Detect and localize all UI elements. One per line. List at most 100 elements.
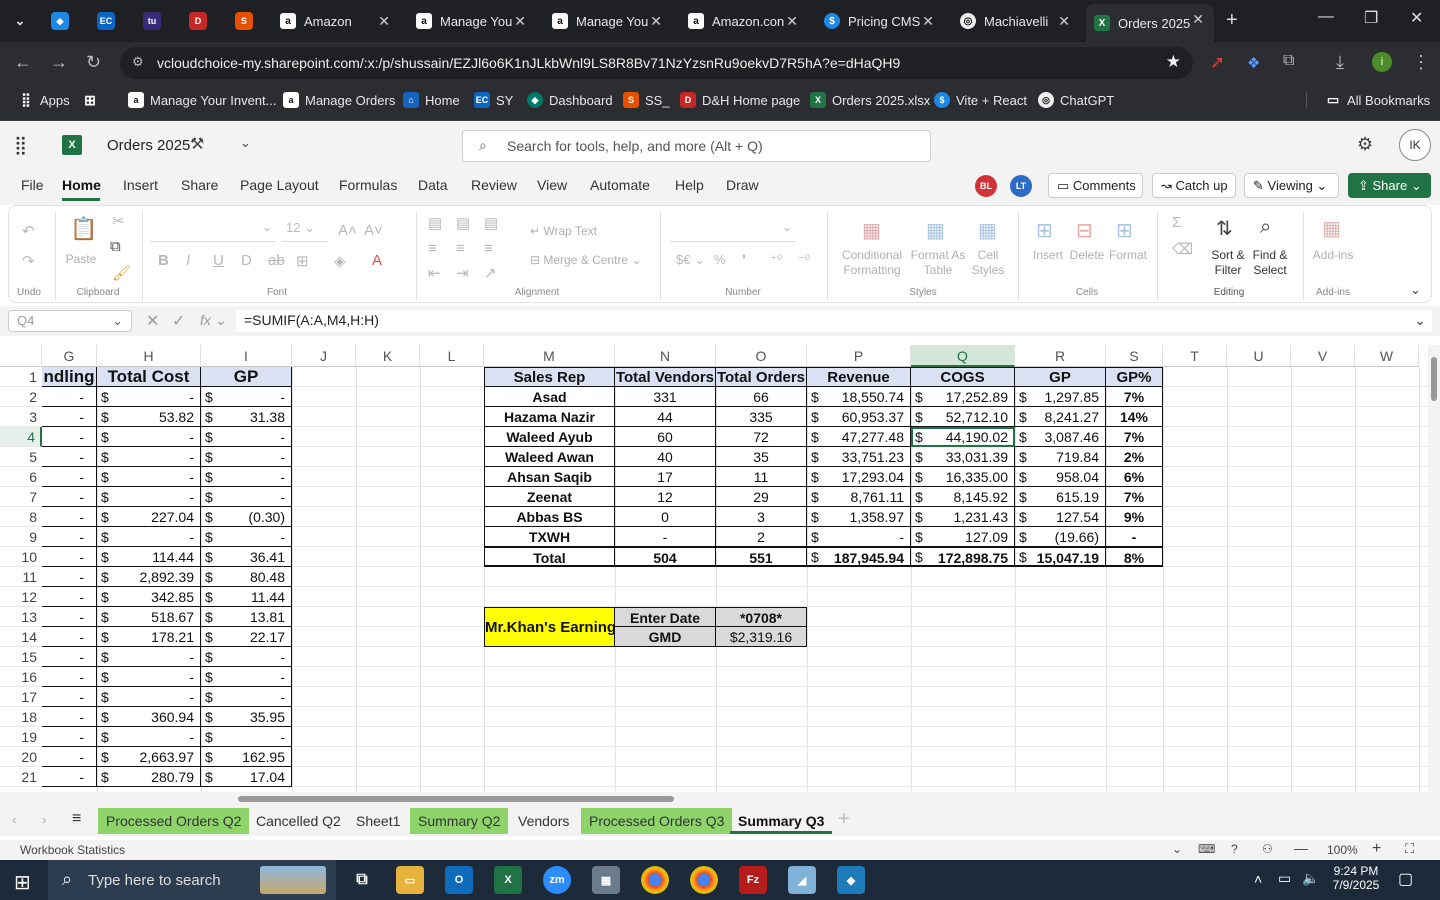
table-cell[interactable]: 31.38 [201, 407, 292, 427]
summary-cell[interactable]: 9% [1106, 507, 1163, 527]
forward-icon[interactable]: → [50, 52, 68, 73]
table-cell[interactable]: - [97, 467, 201, 487]
table-cell[interactable]: 162.95 [201, 747, 292, 767]
summary-cell[interactable]: Total [484, 547, 615, 567]
addins-button[interactable]: Add-ins [1310, 248, 1356, 263]
sheet-tab[interactable]: Processed Orders Q3 [581, 808, 733, 834]
catchup-button[interactable]: ↝ Catch up [1152, 173, 1236, 198]
table-cell[interactable]: 280.79 [97, 767, 201, 787]
table-cell[interactable]: 342.85 [97, 587, 201, 607]
user-avatar[interactable]: IK [1399, 129, 1431, 161]
windows-start-icon[interactable]: ⊞ [14, 870, 31, 895]
summary-cell[interactable]: 331 [615, 387, 716, 407]
summary-cell[interactable]: 1,231.43 [911, 507, 1015, 527]
table-cell[interactable]: - [42, 707, 97, 727]
paste-label[interactable]: Paste [64, 252, 98, 267]
table-cell[interactable]: 2,663.97 [97, 747, 201, 767]
ribbon-collapse-icon[interactable]: ⌄ [1410, 282, 1421, 298]
table-header-cell[interactable]: ndling [42, 367, 97, 387]
menu-automate[interactable]: Automate [590, 177, 650, 193]
extension-blue-icon[interactable]: ❖ [1247, 54, 1260, 72]
next-sheet-icon[interactable]: › [42, 812, 46, 827]
column-header[interactable]: R [1015, 345, 1106, 367]
enter-icon[interactable]: ✓ [172, 311, 185, 331]
zoom-icon[interactable]: zm [543, 866, 571, 894]
volume-icon[interactable]: 🔈 [1302, 870, 1319, 887]
close-window-icon[interactable]: ✕ [1410, 8, 1423, 28]
browser-tab[interactable]: ◎ Machiavelli ✕ [952, 6, 1080, 36]
delete-cells-icon[interactable]: ⊟ [1076, 218, 1093, 243]
bookmark-item[interactable]: EC SY [474, 92, 513, 108]
summary-cell[interactable]: TXWH [484, 527, 615, 547]
menu-view[interactable]: View [537, 177, 567, 193]
extension-red-icon[interactable]: ➚ [1210, 52, 1225, 73]
column-header[interactable]: L [420, 345, 484, 367]
copy-icon[interactable]: ⧉ [110, 238, 121, 255]
cell-styles-icon[interactable]: ▦ [978, 218, 997, 243]
sheet-tab[interactable]: Vendors [510, 808, 577, 834]
bookmark-item[interactable]: ⌂ Home [403, 92, 460, 108]
summary-cell[interactable]: 7% [1106, 487, 1163, 507]
find-icon[interactable]: ⌕ [1260, 216, 1271, 239]
site-info-icon[interactable]: ⚙ [132, 54, 144, 70]
gmd-label[interactable]: GMD [615, 627, 716, 647]
row-header[interactable]: 15 [0, 647, 42, 667]
table-cell[interactable]: (0.30) [201, 507, 292, 527]
format-as-table-icon[interactable]: ▦ [926, 218, 945, 243]
browser-tab[interactable]: a Amazon.con ✕ [680, 6, 808, 36]
bookmark-item[interactable]: S SS_ [623, 92, 670, 108]
table-cell[interactable]: 114.44 [97, 547, 201, 567]
summary-cell[interactable]: 8,145.92 [911, 487, 1015, 507]
summary-cell[interactable]: 12 [615, 487, 716, 507]
summary-cell[interactable]: 8,241.27 [1015, 407, 1106, 427]
network-icon[interactable]: ▭ [1278, 870, 1291, 887]
summary-cell[interactable]: - [807, 527, 911, 547]
summary-cell[interactable]: 66 [716, 387, 807, 407]
extensions-icon[interactable]: ⧉ [1283, 52, 1294, 70]
horizontal-scroll-thumb[interactable] [238, 796, 674, 802]
table-cell[interactable]: - [97, 387, 201, 407]
bookmark-item[interactable]: ◆ Dashboard [527, 92, 613, 108]
summary-header-cell[interactable]: Total Vendors [615, 367, 716, 387]
table-cell[interactable]: 2,892.39 [97, 567, 201, 587]
download-icon[interactable]: ⤓ [1336, 52, 1344, 73]
sheet-tab[interactable]: Cancelled Q2 [248, 808, 349, 834]
summary-cell[interactable]: 127.54 [1015, 507, 1106, 527]
table-cell[interactable]: - [42, 487, 97, 507]
table-cell[interactable]: - [42, 687, 97, 707]
merge-centre-button[interactable]: ⊟ Merge & Centre ⌄ [530, 253, 641, 268]
column-header[interactable]: U [1227, 345, 1291, 367]
table-cell[interactable]: - [201, 467, 292, 487]
app-launcher-icon[interactable]: ⣿ [14, 135, 27, 156]
collaborator-avatar[interactable]: LT [1010, 175, 1032, 197]
table-cell[interactable]: - [42, 587, 97, 607]
row-header[interactable]: 2 [0, 387, 42, 407]
indent-icon[interactable]: ⇤ [428, 264, 441, 282]
table-cell[interactable]: 80.48 [201, 567, 292, 587]
addins-icon[interactable]: ▦ [1322, 216, 1341, 241]
conditional-formatting-button[interactable]: Conditional Formatting [836, 248, 908, 278]
formula-input[interactable]: =SUMIF(A:A,M4,H:H) ⌄ [236, 310, 1432, 332]
document-title[interactable]: Orders 2025 [107, 137, 190, 154]
autosum-icon[interactable]: Σ [1172, 214, 1181, 231]
row-header[interactable]: 13 [0, 607, 42, 627]
active-cell[interactable]: 44,190.02 [911, 427, 1015, 447]
summary-cell[interactable]: 44 [615, 407, 716, 427]
column-header[interactable]: I [201, 345, 292, 367]
summary-cell[interactable]: 17,252.89 [911, 387, 1015, 407]
summary-cell[interactable]: 7% [1106, 387, 1163, 407]
table-cell[interactable]: - [97, 487, 201, 507]
cell-styles-button[interactable]: Cell Styles [964, 248, 1012, 278]
summary-cell[interactable]: (19.66) [1015, 527, 1106, 547]
bookmark-item[interactable]: $ Vite + React [934, 92, 1027, 108]
conditional-formatting-icon[interactable]: ▦ [862, 218, 881, 243]
fill-color-icon[interactable]: ◈ [334, 252, 346, 270]
summary-cell[interactable]: 958.04 [1015, 467, 1106, 487]
summary-cell[interactable]: 17,293.04 [807, 467, 911, 487]
sheet-list-icon[interactable]: ≡ [72, 810, 81, 828]
column-header[interactable]: H [97, 345, 201, 367]
close-icon[interactable]: ✕ [650, 13, 662, 30]
column-header[interactable]: V [1291, 345, 1355, 367]
share-button[interactable]: ⇪ Share ⌄ [1348, 173, 1431, 198]
undo-icon[interactable]: ↶ [22, 222, 35, 240]
